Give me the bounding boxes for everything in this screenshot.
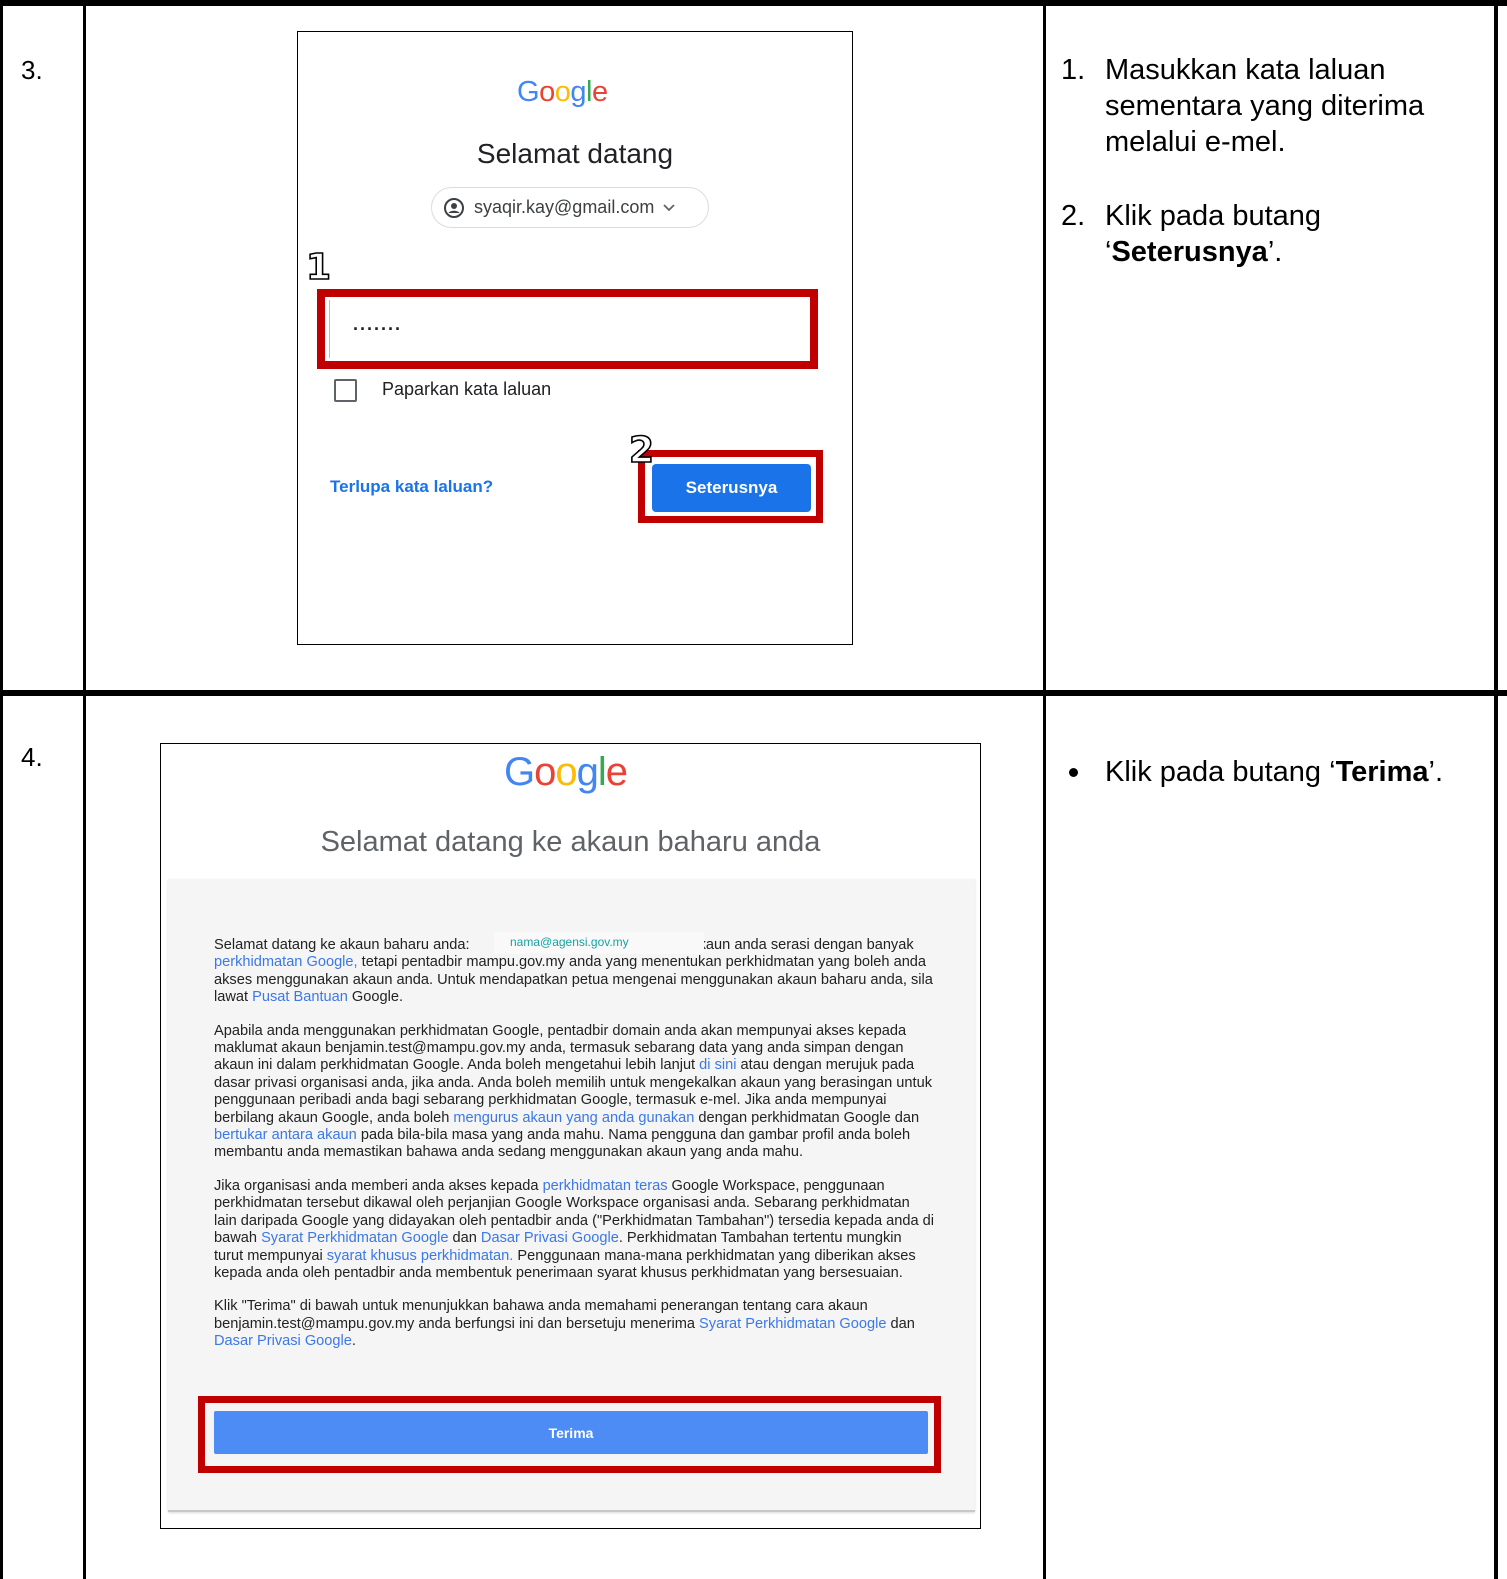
google-logo: Google [504,750,628,794]
instruction-marker: 2. [1061,200,1086,232]
email-overlay: nama@agensi.gov.my [494,932,704,954]
forgot-password-link[interactable]: Terlupa kata laluan? [330,477,493,497]
instruction-text: Masukkan kata laluan sementara yang dite… [1105,54,1425,158]
table-col-divider-2 [1043,0,1046,1579]
link-help-center[interactable]: Pusat Bantuan [252,989,348,1005]
table-col-divider-1 [83,0,86,1579]
page-title: Selamat datang [476,138,674,169]
account-email: syaqir.kay@gmail.com [474,197,655,217]
instruction-marker: 1. [1061,54,1086,86]
instruction-text: Klik pada butang ‘Terima’. [1105,756,1444,788]
table-row-divider [0,690,1507,696]
step-number: 4. [21,742,43,772]
link-terms-of-service[interactable]: Syarat Perkhidmatan Google [699,1316,886,1332]
new-account-screenshot: Google Selamat datang ke akaun baharu an… [160,743,981,1529]
instruction-text: Klik pada butang ‘Seterusnya’. [1105,200,1322,268]
terms-paragraph: Jika organisasi anda memberi anda akses … [214,1177,935,1281]
callout-number-1: 1 [305,246,332,289]
link-service-specific-terms[interactable]: syarat khusus perkhidmatan. [327,1248,514,1264]
terms-paragraph: Apabila anda menggunakan perkhidmatan Go… [214,1022,932,1161]
account-circle-icon [444,197,464,218]
next-button[interactable]: Seterusnya [652,464,811,512]
terms-text: Selamat datang ke akaun baharu anda: Aka… [214,937,934,1367]
account-chip[interactable]: syaqir.kay@gmail.com [431,187,709,228]
link-learn-more[interactable]: di sini [699,1057,736,1073]
chevron-down-icon [663,203,675,211]
show-password-checkbox[interactable] [334,379,357,402]
page-title: Selamat datang ke akaun baharu anda [320,826,821,858]
step-number: 3. [21,55,43,85]
terms-paragraph: Klik "Terima" di bawah untuk menunjukkan… [214,1298,915,1350]
callout-number-2: 2 [628,429,655,472]
password-input[interactable]: ······· [353,320,402,338]
link-switch-accounts[interactable]: bertukar antara akaun [214,1127,357,1143]
link-privacy-policy[interactable]: Dasar Privasi Google [481,1230,619,1246]
table-left-border [0,0,3,1579]
signin-screenshot: Google Selamat datang syaqir.kay@gmail.c… [297,31,853,645]
link-manage-accounts[interactable]: mengurus akaun yang anda gunakan [453,1110,694,1126]
link-google-services[interactable]: perkhidmatan Google, [214,954,358,970]
bullet-icon [1069,768,1078,777]
table-top-border [0,0,1507,6]
google-logo: Google [517,76,608,108]
link-privacy-policy[interactable]: Dasar Privasi Google [214,1333,352,1349]
show-password-label: Paparkan kata laluan [382,379,552,399]
link-core-services[interactable]: perkhidmatan teras [543,1178,668,1194]
link-terms-of-service[interactable]: Syarat Perkhidmatan Google [261,1230,448,1246]
accept-button[interactable]: Terima [214,1411,928,1454]
